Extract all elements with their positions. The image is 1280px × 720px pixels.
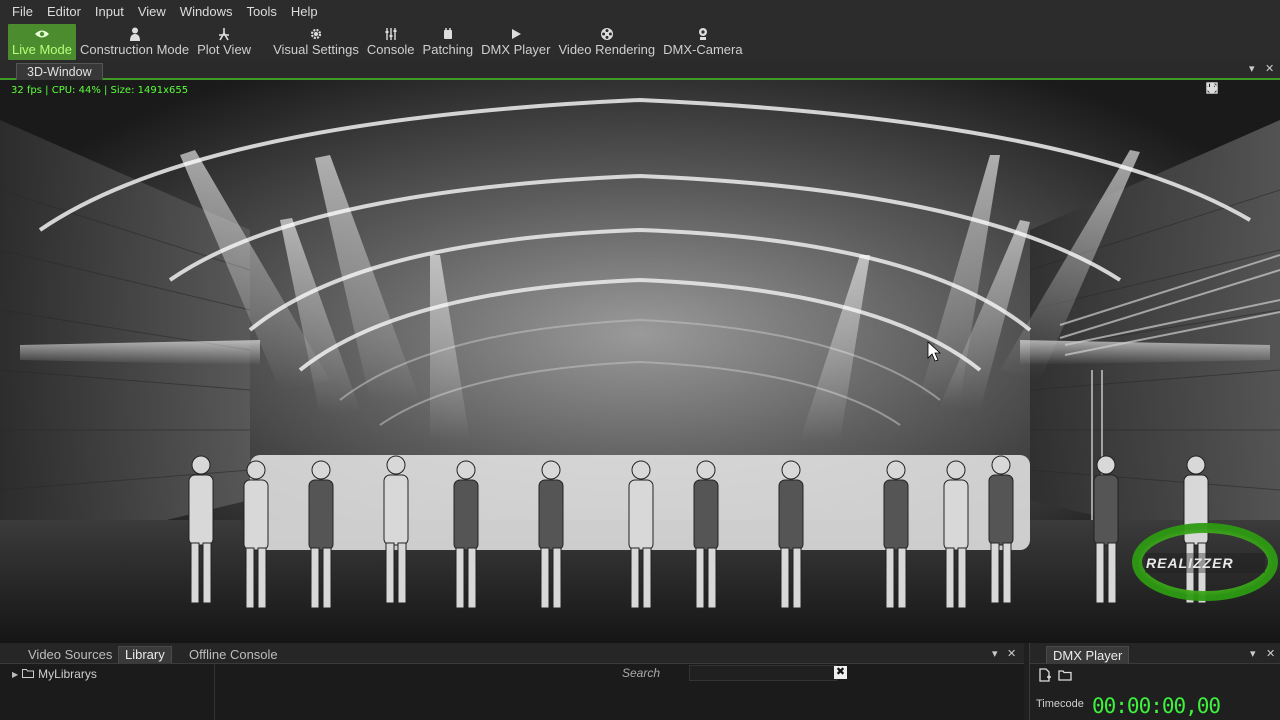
viewport-tools <box>1206 82 1270 95</box>
play-icon <box>510 26 522 42</box>
patching-button[interactable]: Patching <box>419 24 478 60</box>
clear-search-icon[interactable]: ✖ <box>834 666 847 679</box>
visual-settings-button[interactable]: Visual Settings <box>269 24 363 60</box>
mode-toolbar: Live Mode Construction Mode Plot View Vi… <box>0 24 1280 60</box>
search-input[interactable] <box>689 665 837 681</box>
close-icon[interactable]: ✕ <box>1007 647 1016 660</box>
patch-icon <box>442 26 454 42</box>
faders-icon <box>384 26 398 42</box>
console-button[interactable]: Console <box>363 24 419 60</box>
plot-icon <box>217 26 231 42</box>
menu-editor[interactable]: Editor <box>41 0 87 24</box>
chevron-down-icon[interactable]: ▾ <box>1249 62 1255 75</box>
menu-input[interactable]: Input <box>89 0 130 24</box>
new-file-icon[interactable] <box>1038 668 1052 687</box>
close-icon[interactable]: ✕ <box>1265 62 1274 75</box>
tab-offline-console[interactable]: Offline Console <box>189 647 278 663</box>
person-icon <box>129 26 141 42</box>
menu-tools[interactable]: Tools <box>241 0 283 24</box>
tree-item-label: MyLibrarys <box>38 667 97 681</box>
close-icon[interactable]: ✕ <box>1266 647 1275 660</box>
live-mode-button[interactable]: Live Mode <box>8 24 76 60</box>
search-label: Search <box>622 666 661 680</box>
construction-mode-button[interactable]: Construction Mode <box>76 24 193 60</box>
tab-library[interactable]: Library <box>118 646 172 663</box>
menu-file[interactable]: File <box>6 0 39 24</box>
chevron-down-icon[interactable]: ▾ <box>1250 647 1256 660</box>
dmx-player-button[interactable]: DMX Player <box>477 24 554 60</box>
expand-arrow-icon[interactable]: ▶ <box>12 670 18 679</box>
menu-bar: File Editor Input View Windows Tools Hel… <box>0 0 1280 24</box>
plot-view-button[interactable]: Plot View <box>193 24 255 60</box>
tab-video-sources[interactable]: Video Sources <box>28 647 112 663</box>
bottom-panel: Video Sources Library Offline Console ▾ … <box>0 643 1280 720</box>
timecode-label: Timecode <box>1036 698 1084 710</box>
fullscreen-icon[interactable] <box>1206 82 1270 95</box>
dmx-player-tabs: DMX Player ▾ ✕ <box>1030 643 1280 664</box>
open-folder-icon[interactable] <box>1058 668 1072 687</box>
menu-windows[interactable]: Windows <box>174 0 239 24</box>
tree-item-mylibrarys[interactable]: ▶ MyLibrarys <box>12 667 97 681</box>
dmx-camera-button[interactable]: DMX-Camera <box>659 24 746 60</box>
watermark-text: REALIZZER <box>1146 555 1234 571</box>
timecode-display: 00:00:00,00 <box>1092 694 1221 718</box>
film-reel-icon <box>600 26 614 42</box>
reset-view-icon[interactable] <box>1206 82 1253 95</box>
dmx-player-panel: DMX Player ▾ ✕ Timecode 00:00:00,00 <box>1029 643 1280 720</box>
library-content: Search ✖ <box>215 664 1024 720</box>
tab-3d-window[interactable]: 3D-Window <box>16 63 103 81</box>
tab-dmx-player[interactable]: DMX Player <box>1046 646 1130 664</box>
library-tree: ▶ MyLibrarys <box>0 664 215 720</box>
video-rendering-button[interactable]: Video Rendering <box>555 24 660 60</box>
chevron-down-icon[interactable]: ▾ <box>992 647 998 660</box>
eye-icon <box>34 26 50 42</box>
download-arrow-icon[interactable] <box>1207 82 1236 95</box>
stage-render <box>0 80 1280 643</box>
menu-help[interactable]: Help <box>285 0 324 24</box>
menu-view[interactable]: View <box>132 0 172 24</box>
render-stats: 32 fps | CPU: 44% | Size: 1491x655 <box>11 85 189 96</box>
camera-icon <box>697 26 709 42</box>
window-tabstrip: 3D-Window ▾ ✕ <box>0 60 1280 81</box>
gear-icon <box>309 26 323 42</box>
dmx-player-toolbar <box>1038 668 1072 687</box>
folder-icon <box>22 667 35 681</box>
3d-viewport[interactable]: 32 fps | CPU: 44% | Size: 1491x655 REALI… <box>0 80 1280 643</box>
library-tabs: Video Sources Library Offline Console ▾ … <box>0 643 1024 664</box>
